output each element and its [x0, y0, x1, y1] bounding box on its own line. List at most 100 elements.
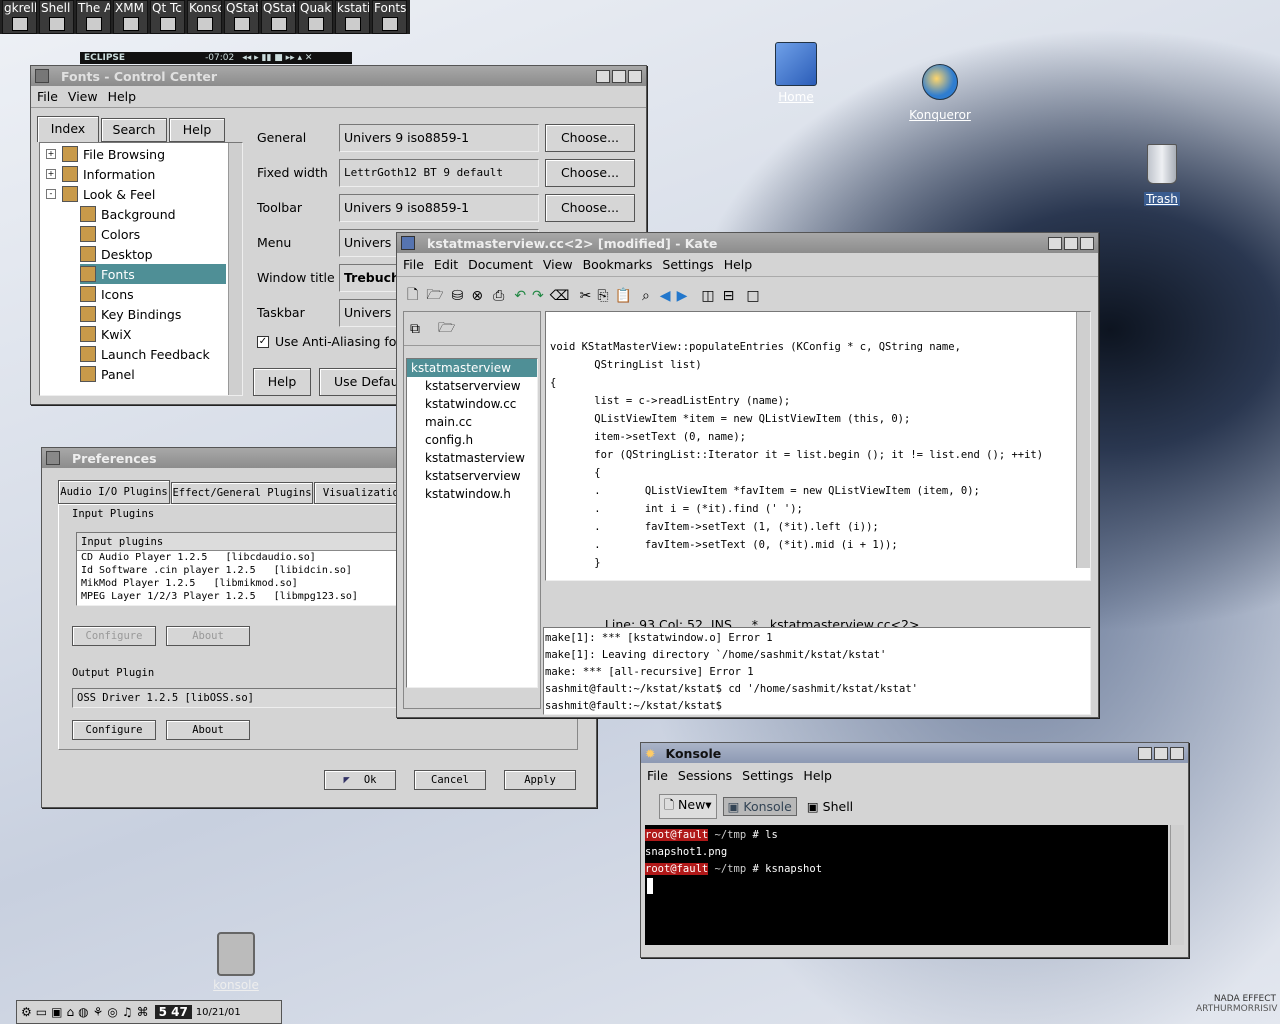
- menu-help[interactable]: Help: [108, 89, 137, 104]
- extra-icon[interactable]: ⌘: [137, 1005, 149, 1019]
- kmenu-icon[interactable]: ⚙: [21, 1005, 32, 1019]
- minimize-button[interactable]: [1138, 746, 1152, 760]
- maximize-button[interactable]: [1154, 746, 1168, 760]
- expander-icon[interactable]: +: [46, 169, 56, 179]
- menu-file[interactable]: File: [403, 257, 424, 272]
- menu-bookmarks[interactable]: Bookmarks: [583, 257, 653, 272]
- taskbar-button[interactable]: Konso: [187, 0, 222, 34]
- cut-icon[interactable]: ✂: [580, 288, 592, 304]
- session-tab-shell[interactable]: ▣ Shell: [803, 798, 857, 815]
- taskbar-button[interactable]: QStat: [224, 0, 259, 34]
- home-desktop-icon[interactable]: Home: [768, 42, 824, 104]
- antialias-checkbox-row[interactable]: ✓ Use Anti-Aliasing for: [257, 334, 402, 349]
- konsole-app-icon[interactable]: ✹: [645, 746, 655, 761]
- input-about-button[interactable]: About: [166, 626, 250, 646]
- clock[interactable]: 5 47: [154, 1005, 192, 1019]
- tab-audio-io[interactable]: Audio I/O Plugins: [58, 480, 170, 504]
- output-plugin-select[interactable]: OSS Driver 1.2.5 [libOSS.so]: [72, 688, 402, 708]
- konqueror-desktop-icon[interactable]: Konqueror: [905, 64, 975, 122]
- file-list-item[interactable]: kstatmasterview: [407, 359, 537, 377]
- menu-help[interactable]: Help: [803, 768, 832, 783]
- redo-icon[interactable]: ↷: [532, 288, 544, 304]
- close-view-icon[interactable]: □: [746, 288, 759, 304]
- split-vertical-icon[interactable]: ◫: [701, 288, 714, 304]
- antialias-checkbox[interactable]: ✓: [257, 335, 269, 348]
- code-editor[interactable]: void KStatMasterView::populateEntries (K…: [545, 311, 1091, 581]
- menu-edit[interactable]: Edit: [434, 257, 458, 272]
- menu-file[interactable]: File: [37, 89, 58, 104]
- home-icon[interactable]: ⌂: [66, 1005, 74, 1019]
- maximize-button[interactable]: [1064, 236, 1078, 250]
- paste-icon[interactable]: 📋: [615, 288, 632, 304]
- fonts-titlebar[interactable]: Fonts - Control Center: [31, 66, 646, 86]
- taskbar-button[interactable]: XMM: [113, 0, 148, 34]
- apply-button[interactable]: Apply: [504, 770, 576, 790]
- file-list-item[interactable]: kstatwindow.cc: [407, 395, 537, 413]
- eclipse-bar[interactable]: ECLIPSE -07:02 ◂◂ ▸ ▮▮ ■ ▸▸ ▴ ✕: [80, 52, 352, 64]
- menu-settings[interactable]: Settings: [662, 257, 713, 272]
- tree-item[interactable]: Background: [80, 204, 226, 224]
- taskbar-button[interactable]: Qt Tc: [150, 0, 185, 34]
- choose-font-button[interactable]: Choose...: [545, 159, 635, 187]
- file-list-item[interactable]: kstatserverview: [407, 377, 537, 395]
- trash-desktop-icon[interactable]: Trash: [1138, 144, 1186, 206]
- open-file-icon[interactable]: 🗁: [426, 284, 443, 308]
- konsole-scrollbar[interactable]: [1170, 825, 1184, 945]
- menu-settings[interactable]: Settings: [742, 768, 793, 783]
- clear-icon[interactable]: ⌫: [550, 288, 570, 304]
- menu-view[interactable]: View: [68, 89, 98, 104]
- file-list-tab-icon[interactable]: ⧉: [410, 321, 420, 337]
- output-configure-button[interactable]: Configure: [72, 720, 156, 740]
- taskbar-button[interactable]: Quak: [298, 0, 333, 34]
- split-horizontal-icon[interactable]: ⊟: [723, 288, 735, 304]
- tree-item[interactable]: - Look & Feel: [46, 184, 226, 204]
- taskbar-button[interactable]: QStat: [261, 0, 296, 34]
- window-menu-icon[interactable]: [46, 451, 60, 465]
- menu-help[interactable]: Help: [724, 257, 753, 272]
- taskbar-button[interactable]: The A: [76, 0, 111, 34]
- tree-item[interactable]: KwiX: [80, 324, 226, 344]
- taskbar-button[interactable]: Shell: [39, 0, 74, 34]
- help-icon[interactable]: ⚘: [93, 1005, 104, 1019]
- menu-file[interactable]: File: [647, 768, 668, 783]
- kate-titlebar[interactable]: kstatmasterview.cc<2> [modified] - Kate: [397, 233, 1098, 253]
- output-about-button[interactable]: About: [166, 720, 250, 740]
- help-button[interactable]: Help: [253, 368, 311, 396]
- window-menu-icon[interactable]: [35, 69, 49, 83]
- close-button[interactable]: [1170, 746, 1184, 760]
- tree-item[interactable]: Launch Feedback: [80, 344, 226, 364]
- cancel-button[interactable]: Cancel: [414, 770, 486, 790]
- file-list-item[interactable]: main.cc: [407, 413, 537, 431]
- maximize-button[interactable]: [612, 69, 626, 83]
- konsole-desktop-icon[interactable]: konsole: [208, 932, 264, 992]
- ok-button[interactable]: ◤ Ok: [324, 770, 396, 790]
- kate-app-icon[interactable]: [401, 236, 415, 250]
- tree-scrollbar[interactable]: [228, 143, 242, 395]
- input-configure-button[interactable]: Configure: [72, 626, 156, 646]
- new-file-icon[interactable]: 🗋: [407, 284, 418, 308]
- tab-effect-general[interactable]: Effect/General Plugins: [171, 482, 313, 504]
- tab-index[interactable]: Index: [37, 116, 99, 142]
- minimize-button[interactable]: [1048, 236, 1062, 250]
- menu-view[interactable]: View: [543, 257, 573, 272]
- taskbar-button[interactable]: kstati: [335, 0, 370, 34]
- file-selector-tab-icon[interactable]: 🗁: [438, 317, 455, 341]
- copy-icon[interactable]: ⎘: [597, 288, 608, 304]
- tree-item[interactable]: Key Bindings: [80, 304, 226, 324]
- sound-icon[interactable]: ♫: [122, 1005, 133, 1019]
- print-icon[interactable]: ⎙: [493, 288, 504, 304]
- input-plugin-item[interactable]: MikMod Player 1.2.5 [libmikmod.so]: [77, 577, 405, 590]
- menu-sessions[interactable]: Sessions: [678, 768, 732, 783]
- file-list-item[interactable]: kstatserverview: [407, 467, 537, 485]
- menu-document[interactable]: Document: [468, 257, 533, 272]
- new-session-button[interactable]: 🗋 New▾: [659, 793, 717, 819]
- konsole-terminal[interactable]: root@fault ~/tmp # ls snapshot1.png root@f…: [645, 825, 1168, 945]
- tree-item[interactable]: Icons: [80, 284, 226, 304]
- tree-item[interactable]: Fonts: [80, 264, 226, 284]
- tree-item[interactable]: Panel: [80, 364, 226, 384]
- tree-item[interactable]: + Information: [46, 164, 226, 184]
- expander-icon[interactable]: -: [46, 189, 56, 199]
- input-plugin-item[interactable]: MPEG Layer 1/2/3 Player 1.2.5 [libmpg123…: [77, 590, 405, 603]
- tree-item[interactable]: + File Browsing: [46, 144, 226, 164]
- browser-icon[interactable]: ◍: [78, 1005, 88, 1019]
